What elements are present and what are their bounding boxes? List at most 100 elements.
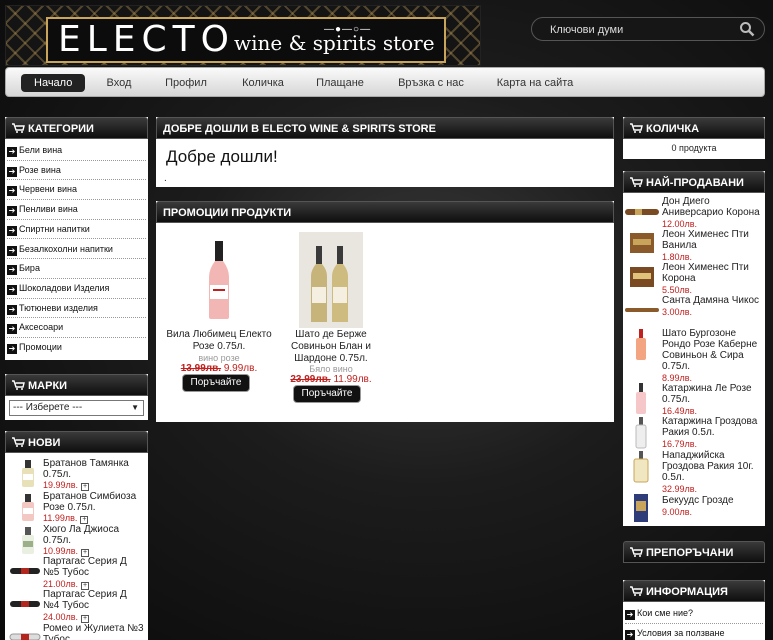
bestseller-price: 3.00лв.: [662, 307, 693, 317]
bestseller-name[interactable]: Леон Хименес Пти Корона: [662, 262, 764, 284]
rose-wine-bottle-image[interactable]: [201, 239, 237, 321]
white-wine-bottles-image[interactable]: [299, 232, 363, 328]
brands-box: МАРКИ --- Изберете --- ▼: [5, 374, 148, 420]
bestsellers-box: НАЙ-ПРОДАВАНИ Дон Диего Аниверсарио Коро…: [623, 171, 765, 526]
category-item[interactable]: ➔ Аксесоари: [7, 318, 146, 338]
wine-bottle-image[interactable]: [633, 383, 649, 415]
bestseller-name[interactable]: Шато Бургозоне Рондо Розе Каберне Совинь…: [662, 328, 764, 372]
bestseller-name[interactable]: Леон Хименес Пти Ванила: [662, 229, 764, 251]
new-product-name[interactable]: Ромео и Жулиета №3 Тубос: [43, 623, 148, 640]
category-label: Аксесоари: [19, 322, 64, 333]
cart-title: КОЛИЧКА: [646, 123, 700, 135]
new-product-name[interactable]: Братанов Симбиоза Розе 0.75л.: [43, 491, 143, 513]
wine-bottle-image[interactable]: [633, 329, 649, 361]
cigar-tube-image[interactable]: [9, 565, 41, 577]
welcome-dot: .: [164, 173, 167, 184]
nav-cart[interactable]: Количка: [238, 74, 288, 92]
new-product-name[interactable]: Партагас Серия Д №4 Тубос: [43, 589, 143, 611]
rakia-bottle-image[interactable]: [633, 417, 649, 449]
search-icon[interactable]: [739, 21, 755, 37]
category-item[interactable]: ➔ Розе вина: [7, 161, 146, 181]
category-item[interactable]: ➔ Безалкохолни напитки: [7, 240, 146, 260]
cigar-tube-image[interactable]: [9, 631, 41, 640]
wine-bottle-image[interactable]: [13, 492, 43, 522]
new-product-name[interactable]: Братанов Тамянка 0.75л.: [43, 458, 143, 480]
arrow-right-icon: ➔: [625, 630, 635, 640]
recommended-header[interactable]: ПРЕПОРЪЧАНИ: [623, 541, 765, 563]
nav-checkout[interactable]: Плащане: [315, 74, 365, 92]
plus-icon[interactable]: +: [80, 516, 89, 524]
bestseller-name[interactable]: Катаржина Ле Розе 0.75л.: [662, 383, 764, 405]
cigar-image[interactable]: [625, 208, 659, 216]
new-products-header: НОВИ: [5, 431, 148, 453]
cigar-tube-image[interactable]: [9, 598, 41, 610]
plus-icon[interactable]: +: [81, 615, 90, 623]
price-value: 19.99лв.: [43, 480, 79, 490]
nav-contact[interactable]: Връзка с нас: [395, 74, 467, 92]
category-item[interactable]: ➔ Тютюневи изделия: [7, 299, 146, 319]
category-label: Розе вина: [19, 164, 61, 175]
new-product-name[interactable]: Партагас Серия Д №5 Тубос: [43, 556, 143, 578]
info-header: ИНФОРМАЦИЯ: [623, 580, 765, 602]
category-item[interactable]: ➔ Промоции: [7, 338, 146, 358]
promo-title: ПРОМОЦИИ ПРОДУКТИ: [163, 207, 292, 219]
logo-tagline: wine & spirits store: [234, 31, 435, 55]
brands-select[interactable]: --- Изберете --- ▼: [9, 400, 144, 416]
category-item[interactable]: ➔ Шоколадови Изделия: [7, 279, 146, 299]
info-link[interactable]: ➔ Кои сме ние?: [625, 604, 763, 624]
search-input[interactable]: [550, 22, 730, 37]
promo-product-price: 13.99лв. 9.99лв.: [166, 363, 272, 374]
category-item[interactable]: ➔ Бира: [7, 259, 146, 279]
cigar-image[interactable]: [625, 307, 659, 313]
info-title: ИНФОРМАЦИЯ: [646, 586, 728, 598]
arrow-right-icon: ➔: [625, 610, 635, 620]
cigar-box-image[interactable]: [629, 265, 655, 289]
category-item[interactable]: ➔ Бели вина: [7, 141, 146, 161]
cart-icon: [12, 123, 25, 133]
nav-home[interactable]: Начало: [21, 74, 85, 92]
cart-summary[interactable]: 0 продукта: [623, 143, 765, 153]
info-link[interactable]: ➔ Условия за ползване: [625, 624, 763, 640]
bestseller-name[interactable]: Дон Диего Аниверсарио Корона: [662, 196, 764, 218]
search-box: [531, 17, 765, 41]
nav-login[interactable]: Вход: [102, 74, 136, 92]
welcome-box: ДОБРЕ ДОШЛИ В ELECTO WINE & SPIRITS STOR…: [156, 117, 614, 187]
cart-icon: [630, 586, 643, 596]
welcome-title: ДОБРЕ ДОШЛИ В ELECTO WINE & SPIRITS STOR…: [163, 123, 436, 135]
cart-icon: [12, 437, 25, 447]
cigar-box-image[interactable]: [629, 231, 655, 255]
new-product-price: 24.00лв. +: [43, 612, 90, 623]
store-banner-logo[interactable]: ELECTO —●—○— wine & spirits store: [5, 5, 481, 66]
category-label: Тютюневи изделия: [19, 302, 98, 313]
bestseller-name[interactable]: Нападжийска Гроздова Ракия 10г. 0.5л.: [662, 450, 764, 483]
nav-profile[interactable]: Профил: [161, 74, 211, 92]
bestsellers-title: НАЙ-ПРОДАВАНИ: [646, 177, 744, 189]
info-link-label: Кои сме ние?: [637, 608, 693, 618]
new-product-name[interactable]: Хюго Ла Джиоса 0.75л.: [43, 524, 143, 546]
info-box: ИНФОРМАЦИЯ ➔ Кои сме ние? ➔ Условия за пол…: [623, 580, 765, 640]
category-item[interactable]: ➔ Спиртни напитки: [7, 220, 146, 240]
promo-product-name[interactable]: Вила Любимец Електо Розе 0.75л.: [166, 329, 272, 353]
bestseller-name[interactable]: Бекуудс Грозде: [662, 495, 764, 506]
wine-bottle-image[interactable]: [13, 458, 43, 488]
categories-title: КАТЕГОРИИ: [28, 123, 94, 135]
plus-icon[interactable]: +: [81, 483, 90, 491]
main-navigation: Начало Вход Профил Количка Плащане Връзк…: [5, 67, 765, 97]
bestseller-name[interactable]: Катаржина Гроздова Ракия 0.5л.: [662, 416, 764, 438]
promo-product-name[interactable]: Шато де Берже Совиньон Блан и Шардоне 0.…: [284, 329, 378, 365]
rakia-bottle-image[interactable]: [631, 451, 651, 483]
category-label: Шоколадови Изделия: [19, 282, 110, 293]
new-price: 9.99лв.: [223, 363, 258, 374]
category-item[interactable]: ➔ Червени вина: [7, 180, 146, 201]
order-button[interactable]: Поръчайте: [182, 374, 250, 392]
brands-header: МАРКИ: [5, 374, 148, 396]
wine-bottle-image[interactable]: [13, 525, 43, 555]
order-button[interactable]: Поръчайте: [293, 385, 361, 403]
category-label: Промоции: [19, 342, 62, 352]
wine-bottle-image[interactable]: [631, 493, 651, 523]
old-price: 13.99лв.: [180, 363, 222, 374]
bestseller-price: 9.00лв.: [662, 507, 693, 517]
category-item[interactable]: ➔ Пенливи вина: [7, 200, 146, 220]
bestseller-name[interactable]: Санта Дамяна Чикос: [662, 295, 764, 306]
nav-sitemap[interactable]: Карта на сайта: [495, 74, 575, 92]
